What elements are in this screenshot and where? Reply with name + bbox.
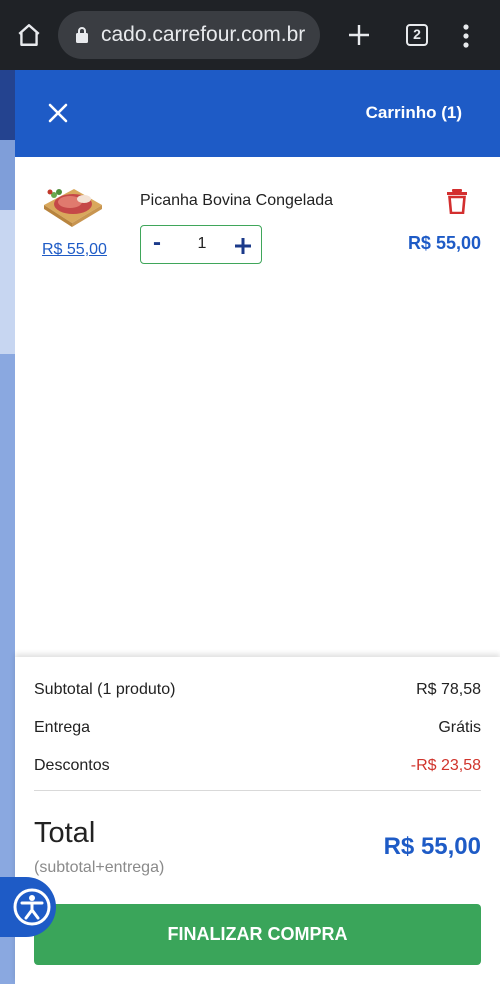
discount-label: Descontos bbox=[34, 757, 110, 774]
accessibility-icon bbox=[13, 888, 51, 926]
summary-divider bbox=[34, 790, 481, 791]
cart-item: R$ 55,00 Picanha Bovina Congelada - 1 R$… bbox=[15, 157, 500, 287]
shipping-value: Grátis bbox=[438, 719, 481, 736]
total-note: (subtotal+entrega) bbox=[34, 859, 165, 876]
url-text: cado.carrefour.com.br bbox=[101, 23, 306, 46]
tabs-icon[interactable]: 2 bbox=[406, 24, 428, 46]
line-total: R$ 55,00 bbox=[407, 233, 481, 253]
product-image[interactable] bbox=[40, 179, 104, 231]
discount-value: -R$ 23,58 bbox=[410, 757, 481, 774]
address-bar[interactable]: cado.carrefour.com.br bbox=[58, 11, 320, 59]
product-name: Picanha Bovina Congelada bbox=[140, 192, 334, 209]
cart-title: Carrinho (1) bbox=[365, 103, 462, 122]
subtotal-value: R$ 78,58 bbox=[416, 681, 481, 698]
browser-toolbar: cado.carrefour.com.br 2 bbox=[0, 0, 500, 70]
new-tab-icon[interactable] bbox=[347, 23, 371, 47]
lock-icon bbox=[76, 27, 88, 43]
cart-header: Carrinho (1) bbox=[15, 70, 500, 157]
subtotal-label: Subtotal (1 produto) bbox=[34, 681, 176, 698]
total-value: R$ 55,00 bbox=[383, 833, 481, 860]
unit-price-link[interactable]: R$ 55,00 bbox=[42, 241, 107, 259]
total-label: Total bbox=[34, 817, 96, 849]
background-page bbox=[0, 70, 15, 984]
trash-icon[interactable] bbox=[446, 188, 468, 214]
increase-quantity-button[interactable] bbox=[234, 230, 252, 260]
shipping-label: Entrega bbox=[34, 719, 91, 736]
checkout-button[interactable]: FINALIZAR COMPRA bbox=[34, 904, 481, 965]
cart-drawer: Carrinho (1) R$ 55,00 Picanha Bovina Con… bbox=[15, 70, 500, 984]
close-icon[interactable] bbox=[48, 103, 68, 123]
quantity-stepper: - 1 bbox=[140, 225, 262, 264]
order-summary: Subtotal (1 produto) R$ 78,58 Entrega Gr… bbox=[15, 657, 500, 984]
menu-icon[interactable] bbox=[459, 24, 473, 48]
home-icon[interactable] bbox=[16, 22, 42, 48]
